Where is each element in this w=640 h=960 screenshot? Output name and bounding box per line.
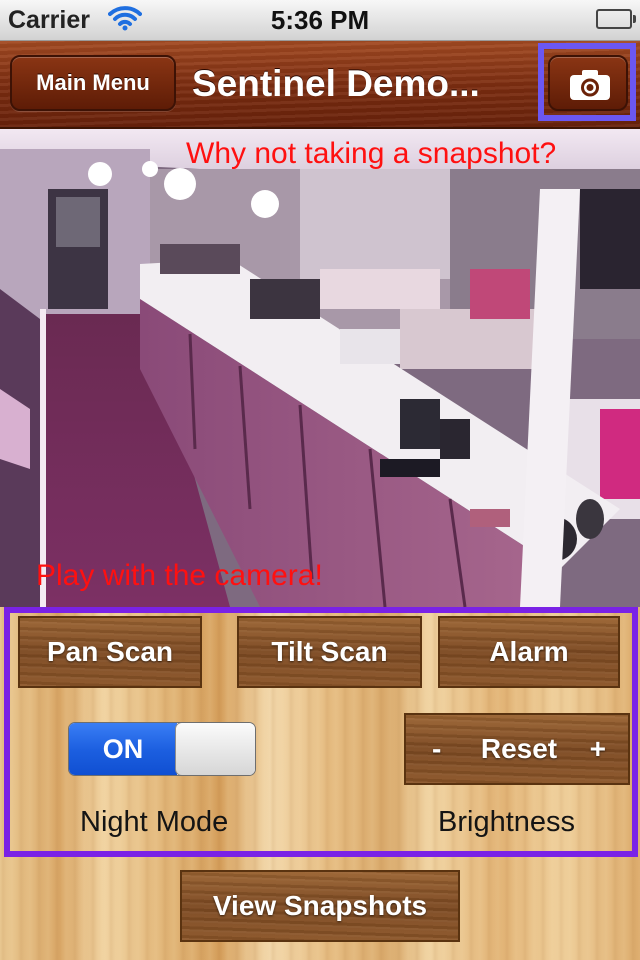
- clock: 5:36 PM: [270, 5, 370, 35]
- snapshot-button[interactable]: [548, 55, 628, 111]
- camera-image: [0, 129, 640, 607]
- snapshot-hint: Why not taking a snapshot?: [186, 137, 557, 170]
- camera-icon: [570, 70, 610, 100]
- brightness-increase-button[interactable]: +: [590, 715, 606, 783]
- brightness-label: Brightness: [438, 806, 576, 838]
- tilt-scan-button[interactable]: Tilt Scan: [237, 616, 422, 688]
- alarm-button[interactable]: Alarm: [438, 616, 620, 688]
- page-title: Sentinel Demo...: [192, 63, 480, 104]
- battery-icon: [596, 9, 636, 29]
- night-mode-toggle[interactable]: ON: [68, 722, 256, 776]
- main-menu-button[interactable]: Main Menu: [10, 55, 176, 111]
- night-mode-label: Night Mode: [80, 806, 229, 838]
- camera-feed[interactable]: [0, 129, 640, 607]
- status-bar: Carrier 5:36 PM: [0, 0, 640, 41]
- view-snapshots-button[interactable]: View Snapshots: [180, 870, 460, 942]
- camera-hint: Play with the camera!: [36, 559, 323, 592]
- navigation-bar: Main Menu Sentinel Demo...: [0, 41, 640, 129]
- toggle-knob[interactable]: [175, 723, 255, 775]
- brightness-control: Reset - +: [404, 713, 630, 785]
- brightness-decrease-button[interactable]: -: [432, 715, 441, 783]
- toggle-on-label: ON: [69, 723, 177, 775]
- pan-scan-button[interactable]: Pan Scan: [18, 616, 202, 688]
